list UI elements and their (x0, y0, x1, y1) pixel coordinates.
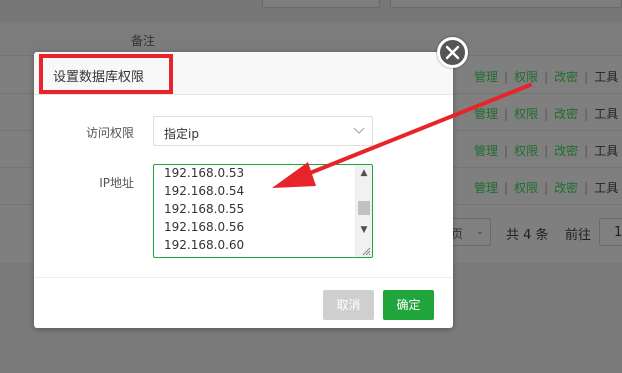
dialog-header: 设置数据库权限 (34, 52, 453, 95)
row-actions: 管理 | 权限 | 改密 | 工具 (474, 70, 619, 84)
change-password-link[interactable]: 改密 (554, 107, 578, 121)
page-input-value: 1 (614, 225, 622, 240)
close-icon[interactable] (437, 37, 468, 68)
ip-line: 192.168.0.60 (164, 238, 245, 252)
db-permission-dialog: 设置数据库权限 访问权限 指定ip IP地址 192.168.0.53 192.… (34, 52, 453, 328)
ip-address-textarea[interactable]: 192.168.0.53 192.168.0.54 192.168.0.55 1… (153, 164, 373, 258)
change-password-link[interactable]: 改密 (554, 181, 578, 195)
row-actions: 管理 | 权限 | 改密 | 工具 (474, 107, 619, 121)
manage-link[interactable]: 管理 (474, 70, 498, 84)
bg-filter-field (390, 0, 622, 8)
title-highlight-box (39, 54, 173, 94)
access-permission-select[interactable]: 指定ip (153, 116, 373, 146)
manage-link[interactable]: 管理 (474, 107, 498, 121)
permission-link[interactable]: 权限 (514, 181, 538, 195)
manage-link[interactable]: 管理 (474, 181, 498, 195)
chevron-down-icon: ⌄ (475, 226, 484, 237)
ip-line: 192.168.0.54 (164, 184, 245, 198)
row-actions: 管理 | 权限 | 改密 | 工具 (474, 181, 619, 195)
page-input[interactable]: 1 (599, 218, 622, 246)
top-bar (0, 0, 622, 22)
resize-grip-icon[interactable] (361, 246, 371, 256)
scroll-up-icon[interactable]: ▲ (356, 165, 372, 182)
tools-link[interactable]: 工具 (594, 181, 618, 195)
chevron-down-icon (353, 127, 365, 134)
ip-line: 192.168.0.55 (164, 202, 245, 216)
bg-search-field (262, 0, 380, 8)
access-permission-label: 访问权限 (85, 126, 134, 140)
change-password-link[interactable]: 改密 (554, 144, 578, 158)
change-password-link[interactable]: 改密 (554, 70, 578, 84)
table-header: 备注 (0, 22, 622, 56)
row-actions: 管理 | 权限 | 改密 | 工具 (474, 144, 619, 158)
permission-link[interactable]: 权限 (514, 144, 538, 158)
ip-line: 192.168.0.56 (164, 220, 245, 234)
tools-link[interactable]: 工具 (594, 107, 618, 121)
scroll-thumb[interactable] (358, 201, 370, 215)
textarea-scrollbar[interactable]: ▲ ▼ (355, 165, 372, 257)
goto-label: 前往 (565, 228, 592, 243)
ip-address-label: IP地址 (99, 176, 134, 190)
scroll-down-icon[interactable]: ▼ (356, 222, 372, 239)
confirm-button[interactable]: 确定 (383, 290, 434, 320)
permission-link[interactable]: 权限 (514, 107, 538, 121)
col-remark: 备注 (131, 34, 156, 48)
access-permission-value: 指定ip (164, 127, 199, 141)
cancel-button[interactable]: 取消 (323, 290, 374, 320)
permission-link[interactable]: 权限 (514, 70, 538, 84)
total-count: 共 4 条 (506, 228, 549, 243)
ip-line: 192.168.0.53 (164, 166, 245, 180)
dialog-footer: 取消 确定 (34, 277, 453, 328)
tools-link[interactable]: 工具 (594, 70, 618, 84)
manage-link[interactable]: 管理 (474, 144, 498, 158)
tools-link[interactable]: 工具 (594, 144, 618, 158)
